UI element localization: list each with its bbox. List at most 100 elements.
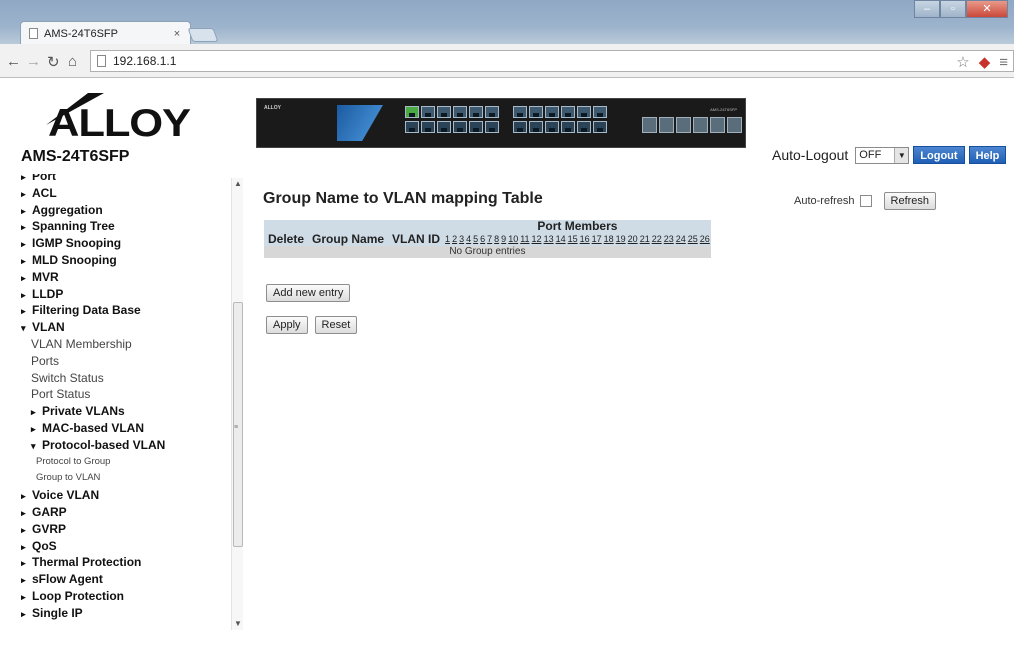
port-column-header[interactable]: 3 xyxy=(458,233,466,246)
port-column-header[interactable]: 20 xyxy=(626,233,639,246)
device-port xyxy=(545,106,559,118)
sidebar-item-protocol-to-group[interactable]: Protocol to Group xyxy=(21,454,231,471)
sidebar-item-mac-based-vlan[interactable]: ▸ MAC-based VLAN xyxy=(21,420,231,437)
sidebar-item-label: Port xyxy=(32,174,56,183)
port-column-header[interactable]: 26 xyxy=(698,233,711,246)
tab-close-icon[interactable]: × xyxy=(170,28,184,40)
home-icon[interactable]: ⌂ xyxy=(68,53,77,70)
port-column-header[interactable]: 8 xyxy=(493,233,501,246)
scroll-down-icon[interactable]: ▼ xyxy=(232,618,244,630)
port-column-header[interactable]: 12 xyxy=(530,233,543,246)
minimize-icon[interactable]: – xyxy=(914,0,940,18)
port-column-header[interactable]: 10 xyxy=(507,233,520,246)
sidebar-item-voice-vlan[interactable]: ▸ Voice VLAN xyxy=(21,487,231,504)
port-column-header[interactable]: 2 xyxy=(451,233,459,246)
sidebar-item-private-vlans[interactable]: ▸ Private VLANs xyxy=(21,403,231,420)
back-icon[interactable]: ← xyxy=(6,53,21,70)
svg-text:ALLOY: ALLOY xyxy=(48,102,191,138)
sidebar-item-label: GARP xyxy=(32,504,67,519)
port-column-header[interactable]: 16 xyxy=(578,233,591,246)
port-column-header[interactable]: 6 xyxy=(479,233,487,246)
browser-tab[interactable]: AMS-24T6SFP × xyxy=(20,21,191,45)
port-column-header[interactable]: 15 xyxy=(566,233,579,246)
collapsed-arrow-icon: ▸ xyxy=(21,306,26,317)
device-brand: ALLOY xyxy=(264,105,281,111)
sidebar-item-ports[interactable]: Ports xyxy=(21,353,231,370)
port-column-header[interactable]: 9 xyxy=(500,233,508,246)
menu-icon[interactable]: ≡ xyxy=(999,55,1008,71)
port-column-header[interactable]: 13 xyxy=(542,233,555,246)
port-column-header[interactable]: 21 xyxy=(638,233,651,246)
port-column-header[interactable]: 11 xyxy=(519,233,531,246)
device-port xyxy=(577,121,591,133)
scroll-up-icon[interactable]: ▲ xyxy=(232,178,244,190)
port-column-header[interactable]: 25 xyxy=(686,233,699,246)
sidebar-item-single-ip[interactable]: ▸ Single IP xyxy=(21,605,231,622)
device-port xyxy=(405,121,419,133)
sidebar-item-sflow-agent[interactable]: ▸ sFlow Agent xyxy=(21,571,231,588)
sidebar-item-qos[interactable]: ▸ QoS xyxy=(21,538,231,555)
port-column-header[interactable]: 1 xyxy=(444,233,452,246)
col-delete: Delete xyxy=(264,220,309,246)
sidebar-item-igmp-snooping[interactable]: ▸ IGMP Snooping xyxy=(21,235,231,252)
device-port xyxy=(437,106,451,118)
apply-button[interactable]: Apply xyxy=(266,316,308,334)
port-column-header[interactable]: 4 xyxy=(465,233,473,246)
sidebar-item-lldp[interactable]: ▸ LLDP xyxy=(21,286,231,303)
port-column-header[interactable]: 22 xyxy=(650,233,663,246)
sidebar-item-vlan-membership[interactable]: VLAN Membership xyxy=(21,336,231,353)
reset-button[interactable]: Reset xyxy=(314,316,358,334)
sidebar-item-port-status[interactable]: Port Status xyxy=(21,386,231,403)
port-column-header[interactable]: 17 xyxy=(590,233,603,246)
collapsed-arrow-icon: ▸ xyxy=(21,541,26,552)
device-port xyxy=(421,106,435,118)
sidebar-item-mld-snooping[interactable]: ▸ MLD Snooping xyxy=(21,252,231,269)
sidebar-item-label: Protocol-based VLAN xyxy=(42,437,166,452)
sidebar-item-acl[interactable]: ▸ ACL xyxy=(21,185,231,202)
collapsed-arrow-icon: ▸ xyxy=(21,205,26,216)
sidebar-item-gvrp[interactable]: ▸ GVRP xyxy=(21,521,231,538)
expanded-arrow-icon: ▾ xyxy=(31,440,36,451)
reload-icon[interactable]: ↻ xyxy=(47,53,60,71)
port-column-header[interactable]: 5 xyxy=(472,233,480,246)
close-icon[interactable]: ✕ xyxy=(966,0,1008,18)
add-new-entry-button[interactable]: Add new entry xyxy=(266,284,351,302)
forward-icon[interactable]: → xyxy=(26,53,41,70)
sidebar-item-label: Ports xyxy=(31,353,60,368)
sidebar-item-group-to-vlan[interactable]: Group to VLAN xyxy=(21,470,231,487)
sidebar-item-label: ACL xyxy=(32,185,57,200)
port-column-header[interactable]: 14 xyxy=(554,233,567,246)
new-tab-button[interactable] xyxy=(187,28,219,42)
port-column-header[interactable]: 24 xyxy=(674,233,687,246)
sidebar-item-spanning-tree[interactable]: ▸ Spanning Tree xyxy=(21,218,231,235)
sidebar-item-loop-protection[interactable]: ▸ Loop Protection xyxy=(21,588,231,605)
auto-logout-select[interactable]: OFF ▼ xyxy=(855,146,910,164)
sidebar-item-port[interactable]: ▸ Port xyxy=(21,174,231,185)
refresh-button[interactable]: Refresh xyxy=(883,192,937,210)
sidebar-item-thermal-protection[interactable]: ▸ Thermal Protection xyxy=(21,554,231,571)
sidebar-item-mvr[interactable]: ▸ MVR xyxy=(21,269,231,286)
port-column-header[interactable]: 7 xyxy=(486,233,494,246)
sidebar-item-filtering-data-base[interactable]: ▸ Filtering Data Base xyxy=(21,302,231,319)
sidebar-item-vlan[interactable]: ▾ VLAN xyxy=(21,319,231,336)
auto-refresh-checkbox[interactable] xyxy=(859,195,872,207)
sidebar-scrollbar[interactable]: ▲ ≡ ▼ xyxy=(231,178,243,630)
sfp-port xyxy=(727,117,742,133)
port-column-header[interactable]: 19 xyxy=(614,233,627,246)
maximize-icon[interactable]: ▫ xyxy=(940,0,966,18)
sidebar-item-switch-status[interactable]: Switch Status xyxy=(21,370,231,387)
star-icon[interactable]: ☆ xyxy=(956,55,969,71)
sidebar-item-aggregation[interactable]: ▸ Aggregation xyxy=(21,202,231,219)
device-port xyxy=(453,106,467,118)
address-bar[interactable]: 192.168.1.1 xyxy=(90,50,1014,72)
sidebar-item-protocol-based-vlan[interactable]: ▾ Protocol-based VLAN xyxy=(21,437,231,454)
help-button[interactable]: Help xyxy=(968,146,1007,164)
port-column-header[interactable]: 23 xyxy=(662,233,675,246)
group-vlan-table: Delete Group Name VLAN ID Port Members 1… xyxy=(264,220,711,258)
device-model-label: AMS-24T6SFP xyxy=(710,107,737,112)
extension-icon[interactable]: ◆ xyxy=(979,55,991,71)
logout-button[interactable]: Logout xyxy=(913,146,965,164)
port-column-header[interactable]: 18 xyxy=(602,233,615,246)
sidebar-item-garp[interactable]: ▸ GARP xyxy=(21,504,231,521)
collapsed-arrow-icon: ▸ xyxy=(31,407,36,418)
